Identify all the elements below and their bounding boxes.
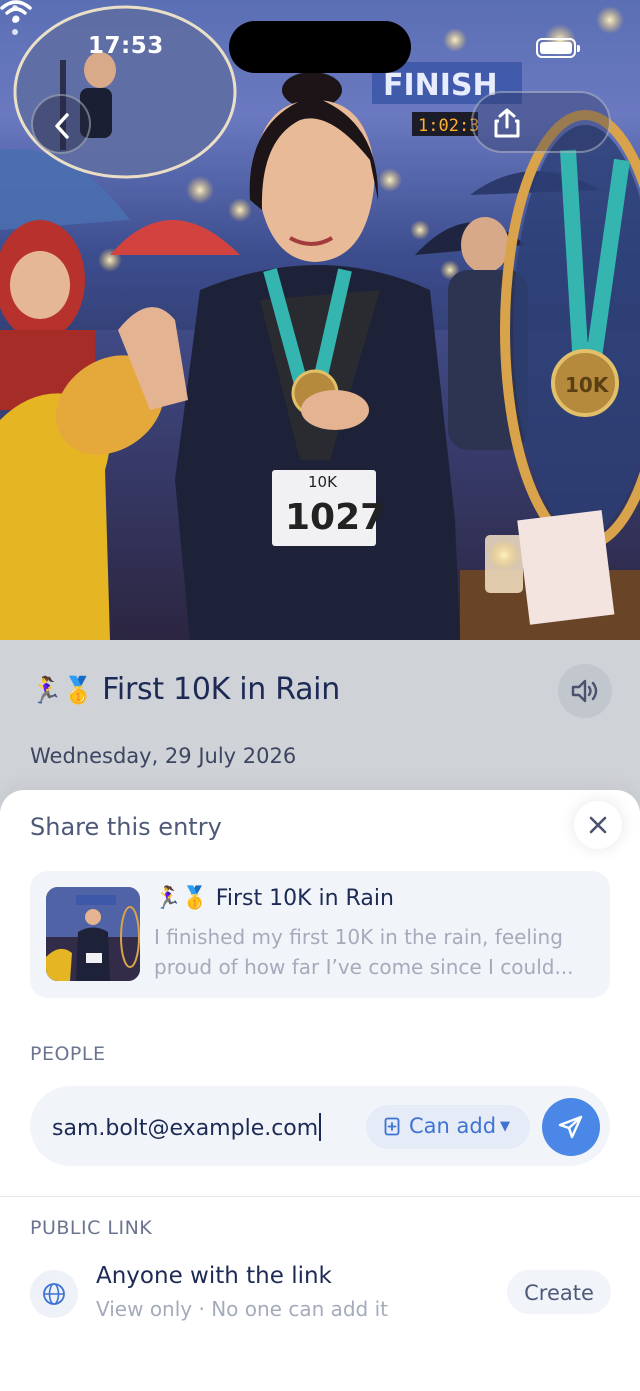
close-button[interactable] [574, 801, 622, 849]
share-sheet-title: Share this entry [30, 813, 222, 841]
share-entry-button[interactable] [471, 91, 611, 153]
entry-emoji: 🏃‍♀️🥇 [30, 676, 95, 706]
send-icon [558, 1115, 583, 1139]
entry-title: 🏃‍♀️🥇 First 10K in Rain [30, 672, 340, 707]
create-link-button[interactable]: Create [507, 1270, 611, 1314]
add-note-icon [384, 1117, 400, 1136]
more-icon[interactable] [0, 0, 30, 40]
text-caret [319, 1113, 322, 1141]
section-divider [0, 1196, 640, 1197]
finish-banner-text: FINISH [383, 68, 498, 103]
preview-title-text: First 10K in Rain [215, 886, 394, 911]
bib-race-text: 10K [308, 473, 338, 491]
send-invite-button[interactable] [542, 1098, 600, 1156]
back-arrow-icon [55, 113, 69, 139]
people-section-label: PEOPLE [30, 1043, 106, 1065]
preview-title: 🏃‍♀️🥇 First 10K in Rain [154, 886, 394, 911]
preview-emoji: 🏃‍♀️🥇 [154, 886, 209, 911]
email-input-value: sam.bolt@example.com [52, 1116, 319, 1141]
battery-icon [536, 38, 580, 58]
entry-preview-thumbnail [46, 887, 140, 981]
chevron-down-icon: ▼ [500, 1119, 510, 1134]
preview-excerpt: I finished my first 10K in the rain, fee… [154, 925, 574, 979]
email-input[interactable]: sam.bolt@example.com [52, 1113, 322, 1141]
public-link-icon-badge [30, 1270, 78, 1318]
globe-icon [43, 1283, 65, 1305]
camera-notch [229, 21, 411, 73]
permission-label: Can add [409, 1114, 497, 1138]
entry-title-text: First 10K in Rain [102, 672, 340, 707]
entry-date: Wednesday, 29 July 2026 [30, 744, 297, 768]
share-icon [494, 108, 520, 138]
entry-hero-image: FINISH 1:02:3 10K 10K 1027 17:53 [0, 0, 640, 640]
mirror-medal-text: 10K [565, 373, 610, 397]
read-aloud-button[interactable] [558, 664, 612, 718]
speaker-icon [571, 679, 598, 703]
back-button[interactable] [31, 94, 91, 154]
public-link-section-label: PUBLIC LINK [30, 1217, 153, 1239]
status-time: 17:53 [88, 33, 164, 59]
public-link-subtitle: View only · No one can add it [96, 1297, 389, 1321]
bib-number-text: 1027 [285, 497, 385, 538]
close-icon [589, 816, 607, 834]
public-link-title: Anyone with the link [96, 1263, 332, 1289]
